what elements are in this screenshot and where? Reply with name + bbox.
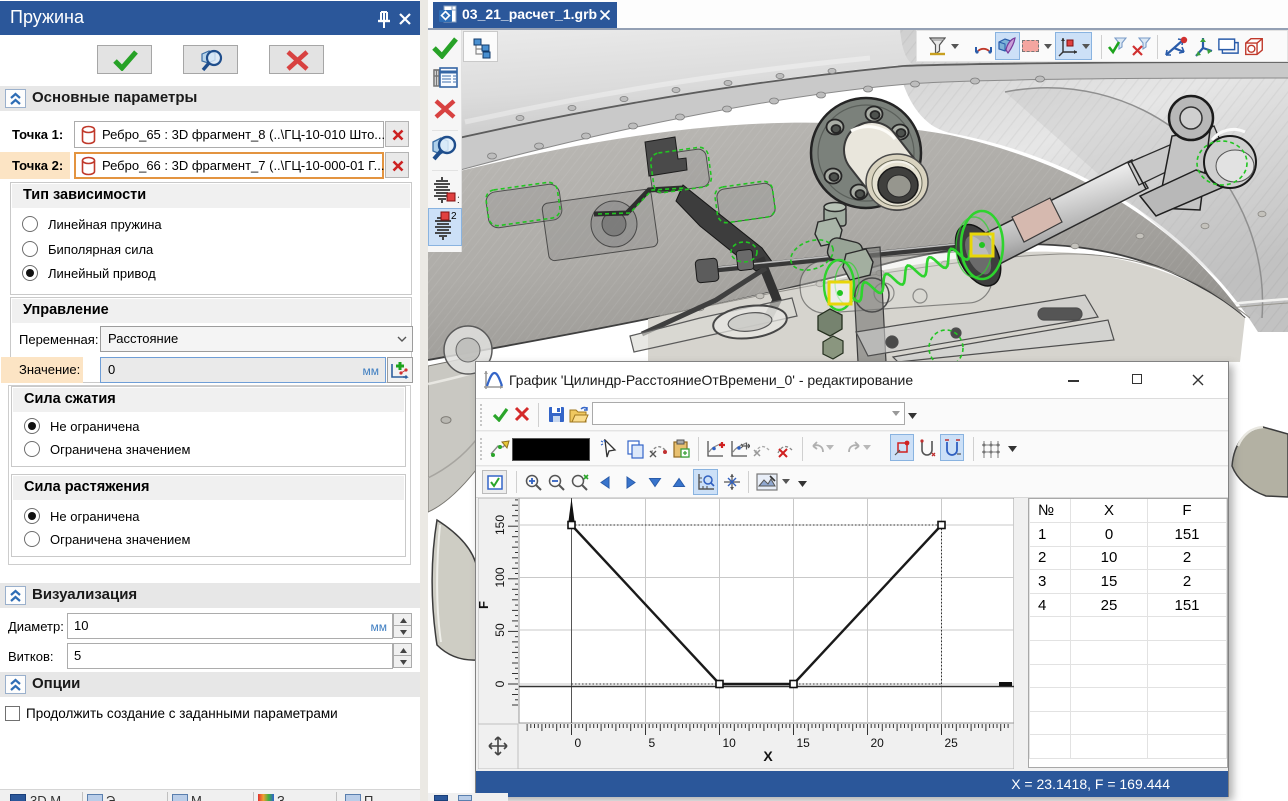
svg-text:0: 0 <box>575 736 582 750</box>
svg-text:150: 150 <box>493 515 507 535</box>
svg-text:2: 2 <box>451 211 457 222</box>
svg-text:15: 15 <box>797 736 811 750</box>
svg-text:X: X <box>763 748 773 764</box>
svg-text:50: 50 <box>493 623 507 637</box>
svg-text:100: 100 <box>493 567 507 587</box>
svg-text:10: 10 <box>723 736 737 750</box>
svg-text:20: 20 <box>871 736 885 750</box>
svg-text:0: 0 <box>493 680 507 687</box>
svg-text:F: F <box>478 601 491 609</box>
svg-text:25: 25 <box>945 736 959 750</box>
svg-text:1: 1 <box>457 195 459 204</box>
svg-text:5: 5 <box>649 736 656 750</box>
